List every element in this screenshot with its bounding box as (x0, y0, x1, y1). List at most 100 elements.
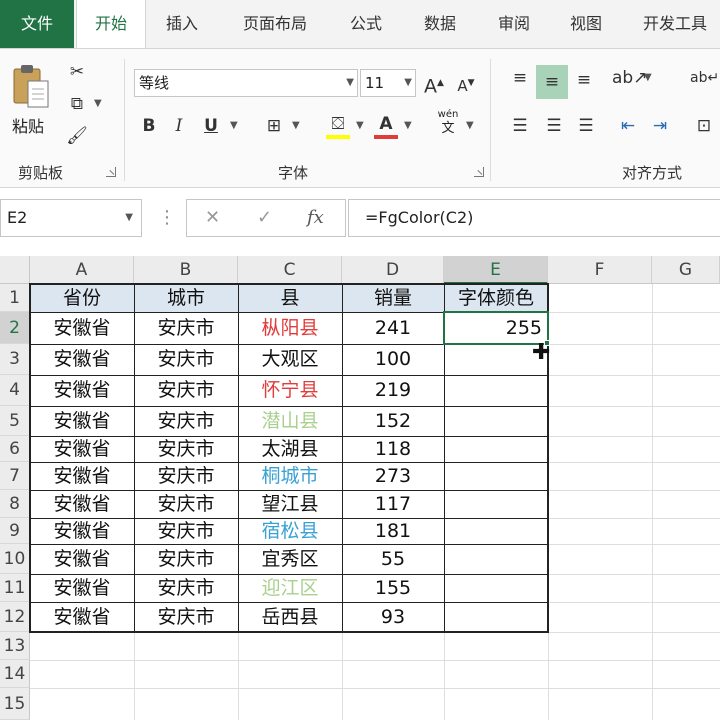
decrease-font-icon[interactable]: A▼ (454, 70, 478, 96)
decrease-indent-icon[interactable]: ⇤ (614, 113, 642, 139)
insert-function-icon[interactable]: fx (307, 200, 324, 236)
tab-insert[interactable]: 插入 (152, 0, 212, 48)
name-box[interactable]: E2 ▼ (0, 199, 142, 237)
paste-label: 粘贴 (12, 117, 45, 136)
column-header-a[interactable]: A (30, 256, 134, 284)
fill-cursor-icon: ✚ (532, 340, 551, 365)
align-top-icon[interactable]: ≡ (506, 65, 534, 91)
tab-file[interactable]: 文件 (0, 0, 74, 48)
table-inner-border (30, 462, 548, 463)
row-header-4[interactable]: 4 (0, 375, 30, 406)
column-header-f[interactable]: F (548, 256, 652, 284)
orientation-dropdown-icon[interactable]: ▼ (644, 65, 652, 91)
table-inner-border (238, 284, 239, 632)
italic-icon[interactable]: I (168, 113, 190, 139)
merge-center-icon[interactable]: ⊡ (690, 113, 718, 139)
cancel-icon[interactable]: ✕ (205, 200, 220, 236)
align-center-icon[interactable]: ☰ (540, 113, 568, 139)
font-launcher-icon[interactable] (474, 167, 484, 177)
tab-page-layout[interactable]: 页面布局 (228, 0, 322, 48)
table-inner-border (30, 436, 548, 437)
font-name-value: 等线 (139, 74, 170, 92)
copy-dropdown-icon[interactable]: ▼ (94, 91, 102, 117)
tab-home[interactable]: 开始 (76, 0, 146, 50)
row-header-15[interactable]: 15 (0, 688, 30, 720)
orientation-icon[interactable]: ab↗ (612, 65, 647, 91)
column-header-c[interactable]: C (238, 256, 342, 284)
font-size-combo[interactable]: 11 ▼ (360, 69, 416, 97)
ribbon-tab-bar: 文件 开始 插入 页面布局 公式 数据 审阅 视图 开发工具 (0, 0, 720, 50)
tab-data[interactable]: 数据 (410, 0, 470, 48)
row-header-8[interactable]: 8 (0, 490, 30, 518)
column-header-e[interactable]: E (444, 256, 548, 284)
increase-font-icon[interactable]: A▲ (422, 70, 446, 97)
name-box-value: E2 (7, 208, 28, 227)
fill-color-dropdown-icon[interactable]: ▼ (356, 113, 364, 139)
chevron-down-icon: ▼ (125, 212, 133, 223)
formula-bar: E2 ▼ ⋮ ✕ ✓ fx =FgColor(C2) (0, 195, 720, 245)
table-inner-border (30, 544, 548, 545)
row-header-11[interactable]: 11 (0, 574, 30, 602)
row-header-7[interactable]: 7 (0, 462, 30, 490)
row-header-5[interactable]: 5 (0, 406, 30, 436)
row-header-1[interactable]: 1 (0, 284, 30, 312)
wrap-text-icon[interactable]: ab↵ (690, 65, 719, 91)
tab-review[interactable]: 审阅 (484, 0, 544, 48)
borders-icon[interactable]: ⊞ (262, 113, 286, 139)
group-divider (490, 59, 491, 181)
font-name-combo[interactable]: 等线 ▼ (134, 69, 358, 97)
tab-formulas[interactable]: 公式 (336, 0, 396, 48)
paste-button[interactable]: 粘贴 (8, 57, 56, 137)
row-header-6[interactable]: 6 (0, 436, 30, 462)
row-header-13[interactable]: 13 (0, 632, 30, 660)
column-header-g[interactable]: G (652, 256, 720, 284)
chevron-down-icon: ▼ (346, 77, 354, 88)
table-inner-border (30, 375, 548, 376)
table-inner-border (30, 406, 548, 407)
formula-buttons: ✕ ✓ fx (186, 199, 346, 237)
table-inner-border (134, 284, 135, 632)
font-group-label: 字体 (278, 164, 309, 182)
align-right-icon[interactable]: ☰ (572, 113, 600, 139)
chevron-down-icon: ▼ (404, 77, 412, 88)
align-bottom-icon[interactable]: ≡ (570, 67, 598, 93)
formula-bar-grip-icon[interactable]: ⋮ (158, 207, 176, 229)
bold-icon[interactable]: B (138, 113, 160, 139)
copy-icon[interactable]: ⧉ (64, 91, 90, 117)
column-header-b[interactable]: B (134, 256, 238, 284)
row-header-9[interactable]: 9 (0, 518, 30, 544)
enter-icon[interactable]: ✓ (257, 200, 272, 236)
worksheet-grid[interactable]: A B C D E F G 1 2 3 4 5 6 7 8 9 10 11 12 13 14 15 省份 城市县销量 字体颜色安… (0, 256, 720, 720)
row-header-2[interactable]: 2 (0, 312, 30, 344)
font-size-value: 11 (365, 74, 385, 92)
tab-view[interactable]: 视图 (556, 0, 616, 48)
fill-color-icon[interactable]: ⛋ (326, 111, 350, 139)
row-header-12[interactable]: 12 (0, 602, 30, 632)
paste-icon (13, 65, 49, 108)
cut-icon[interactable]: ✂ (64, 59, 90, 85)
row-header-14[interactable]: 14 (0, 660, 30, 688)
table-inner-border (30, 574, 548, 575)
underline-dropdown-icon[interactable]: ▼ (230, 113, 238, 139)
formula-input[interactable]: =FgColor(C2) (348, 199, 720, 237)
font-color-icon[interactable]: A (374, 111, 398, 139)
phonetic-icon[interactable]: wén 文 (434, 109, 462, 137)
select-all-corner[interactable] (0, 256, 30, 284)
phonetic-dropdown-icon[interactable]: ▼ (466, 113, 474, 139)
underline-icon[interactable]: U (200, 113, 222, 139)
tab-developer[interactable]: 开发工具 (630, 0, 720, 48)
increase-indent-icon[interactable]: ⇥ (646, 113, 674, 139)
font-color-dropdown-icon[interactable]: ▼ (404, 113, 412, 139)
column-header-d[interactable]: D (342, 256, 444, 284)
table-inner-border (30, 518, 548, 519)
borders-dropdown-icon[interactable]: ▼ (292, 113, 300, 139)
clipboard-launcher-icon[interactable] (106, 167, 116, 177)
phonetic-top: wén (437, 109, 459, 120)
format-painter-icon[interactable]: 🖌 (64, 123, 90, 149)
align-left-icon[interactable]: ☰ (506, 113, 534, 139)
align-middle-icon[interactable]: ≡ (536, 65, 568, 99)
row-header-10[interactable]: 10 (0, 544, 30, 574)
row-header-3[interactable]: 3 (0, 344, 30, 375)
table-inner-border (30, 602, 548, 603)
gridline-vertical (652, 284, 653, 720)
